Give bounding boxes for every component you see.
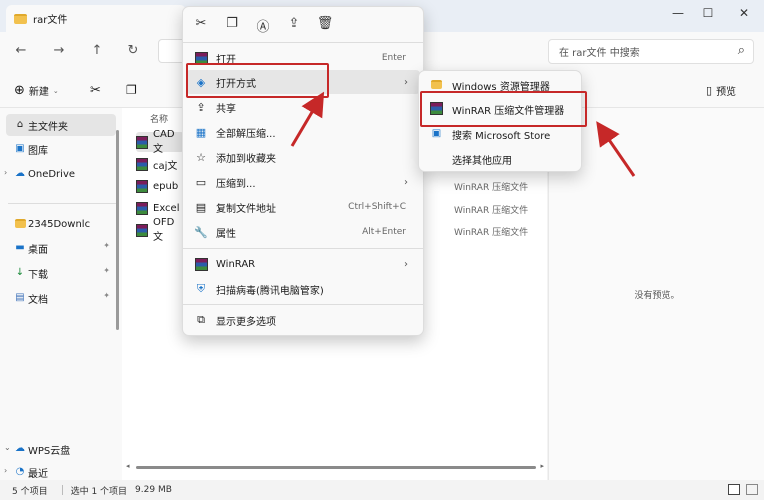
annotation-arrows [290,91,636,177]
arrow-annotation [290,91,325,147]
arrow-annotation [596,121,636,177]
explorer-window: rar文件 — ☐ ✕ ← → ↑ ↻ 在 rar文件 中搜索 ⌕ ⊕ 新建 ⌄… [0,0,764,500]
